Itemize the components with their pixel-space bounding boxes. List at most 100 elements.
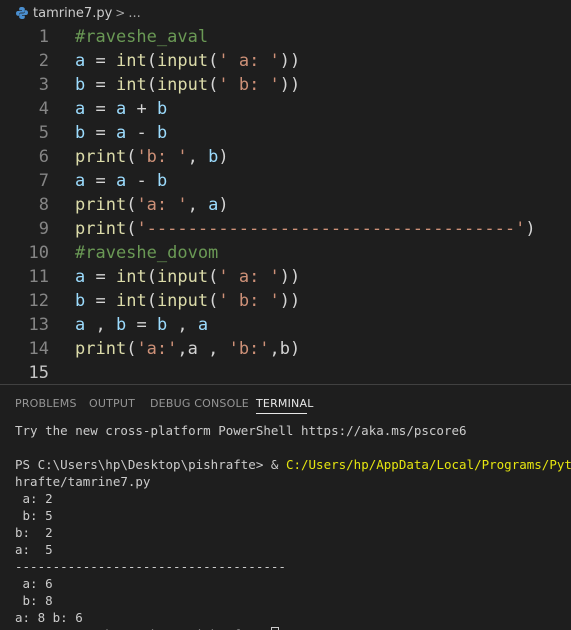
code-token: #raveshe_dovom	[75, 243, 219, 263]
code-line[interactable]: 2a = int(input(' a: '))	[0, 49, 571, 73]
terminal-text: ------------------------------------	[15, 559, 286, 574]
code-token: (	[126, 339, 137, 359]
terminal-line: Try the new cross-platform PowerShell ht…	[15, 422, 571, 439]
code-token: print	[75, 339, 127, 359]
code-token: (	[208, 75, 219, 95]
code-token: '------------------------------------'	[136, 219, 526, 239]
code-line[interactable]: 13 a , b = b , a	[0, 313, 571, 337]
code-token: (	[146, 75, 157, 95]
line-number: 3	[38, 75, 49, 95]
terminal-line: PS C:\Users\hp\Desktop\pishrafte>	[15, 626, 571, 630]
line-number: 4	[38, 99, 49, 119]
code-line[interactable]: 1 #raveshe_aval	[0, 25, 571, 49]
code-token: ' b: '	[218, 75, 280, 95]
code-token: a	[75, 51, 86, 71]
tab-problems[interactable]: PROBLEMS	[15, 397, 77, 410]
breadcrumb: tamrine7.py > ...	[0, 0, 571, 26]
code-line[interactable]: 7 a = a - b	[0, 169, 571, 193]
code-token: (	[146, 267, 157, 287]
code-line[interactable]: 11 a = int(input(' a: '))	[0, 265, 571, 289]
code-token: print	[75, 219, 127, 239]
code-token: a	[197, 315, 209, 335]
terminal-text: a: 8 b: 6	[15, 610, 83, 625]
line-number: 1	[38, 27, 49, 47]
code-token: b	[208, 147, 219, 167]
code-token: ))	[279, 75, 301, 95]
line-number: 10	[28, 243, 49, 263]
code-token: #raveshe_aval	[75, 27, 209, 47]
panel-tab-bar: PROBLEMS OUTPUT DEBUG CONSOLE TERMINAL	[0, 385, 571, 421]
line-number: 12	[28, 291, 49, 311]
terminal-text: hrafte/tamrine7.py	[15, 474, 151, 489]
terminal-line: a: 2	[15, 490, 571, 507]
code-token: (	[208, 291, 219, 311]
line-code: b = int(input(' b: '))	[75, 73, 300, 97]
line-number: 11	[28, 267, 49, 287]
code-token: )	[218, 195, 229, 215]
line-code: a = a + b	[75, 97, 167, 121]
code-token: (	[146, 51, 157, 71]
code-line[interactable]: 14 print('a:',a , 'b:',b)	[0, 337, 571, 361]
code-line[interactable]: 12 b = int(input(' b: '))	[0, 289, 571, 313]
code-token: a	[75, 267, 86, 287]
line-number: 7	[38, 171, 49, 191]
code-token: =	[85, 51, 116, 71]
code-token: input	[156, 267, 209, 287]
terminal-text: b: 5	[15, 508, 53, 523]
terminal-text: b: 8	[15, 593, 53, 608]
code-token: ,a ,	[177, 339, 229, 359]
terminal-line: a: 5	[15, 541, 571, 558]
tab-debug-console[interactable]: DEBUG CONSOLE	[150, 397, 249, 410]
code-line[interactable]: 8 print('a: ', a)	[0, 193, 571, 217]
code-token: ))	[279, 291, 301, 311]
code-line[interactable]: 6 print('b: ', b)	[0, 145, 571, 169]
code-token: ,	[167, 315, 198, 335]
code-token: =	[126, 315, 157, 335]
code-token: b	[156, 315, 168, 335]
code-token: int	[115, 51, 147, 71]
code-token: 'b: '	[136, 147, 188, 167]
terminal-text: a: 5	[15, 542, 53, 557]
code-editor[interactable]: 1 #raveshe_aval 2 a = int(input(' a: ')) 3 b …	[0, 26, 571, 384]
code-token: =	[85, 75, 116, 95]
code-token: )	[525, 219, 536, 239]
code-token: int	[115, 291, 147, 311]
code-token: ' b: '	[218, 291, 280, 311]
tab-terminal[interactable]: TERMINAL	[256, 397, 314, 410]
breadcrumb-more[interactable]: ...	[128, 6, 140, 21]
line-code: print('a:',a , 'b:',b)	[75, 337, 300, 361]
code-token: =	[85, 123, 116, 143]
code-line[interactable]: 15	[0, 361, 571, 385]
line-code: #raveshe_dovom	[75, 241, 218, 265]
line-number: 14	[28, 339, 49, 359]
code-token: input	[156, 51, 209, 71]
code-token: (	[208, 267, 219, 287]
code-line[interactable]: 5 b = a - b	[0, 121, 571, 145]
code-line[interactable]: 4 a = a + b	[0, 97, 571, 121]
code-token: int	[115, 75, 147, 95]
chevron-right-icon: >	[115, 6, 126, 20]
terminal-line: b: 5	[15, 507, 571, 524]
line-code: #raveshe_aval	[75, 25, 208, 49]
code-token: +	[126, 99, 157, 119]
tab-output[interactable]: OUTPUT	[89, 397, 135, 410]
terminal-output[interactable]: Try the new cross-platform PowerShell ht…	[0, 421, 571, 630]
terminal-line: ------------------------------------	[15, 558, 571, 575]
line-number: 8	[38, 195, 49, 215]
code-line[interactable]: 3 b = int(input(' b: '))	[0, 73, 571, 97]
code-line[interactable]: 9 print('--------------------------------…	[0, 217, 571, 241]
code-token: b	[156, 171, 168, 191]
code-token: print	[75, 147, 127, 167]
code-token: ))	[279, 51, 301, 71]
code-line[interactable]: 10 #raveshe_dovom	[0, 241, 571, 265]
line-number: 2	[38, 51, 49, 71]
code-token: =	[85, 171, 116, 191]
code-token: =	[85, 99, 116, 119]
code-token: ,	[187, 147, 209, 167]
line-code: a = a - b	[75, 169, 167, 193]
terminal-text: b: 2	[15, 525, 53, 540]
breadcrumb-file[interactable]: tamrine7.py	[33, 6, 112, 21]
code-token: ' a: '	[218, 267, 280, 287]
line-code: b = int(input(' b: '))	[75, 289, 300, 313]
terminal-text: Try the new cross-platform PowerShell ht…	[15, 423, 467, 438]
